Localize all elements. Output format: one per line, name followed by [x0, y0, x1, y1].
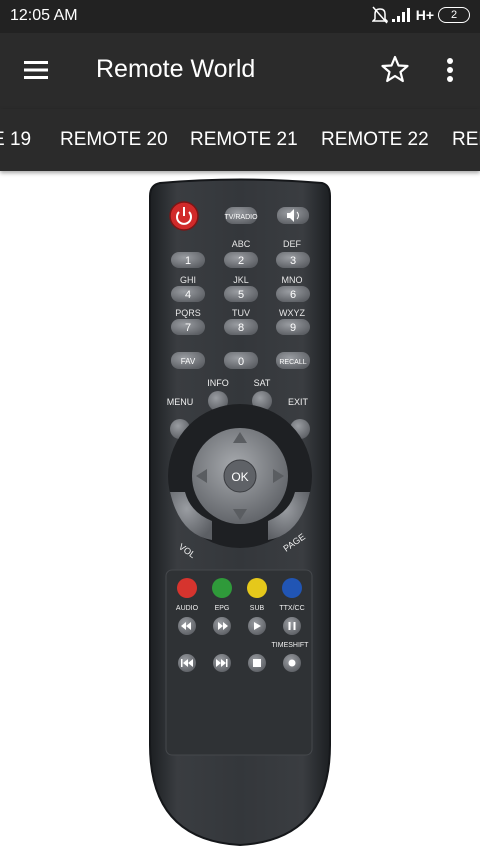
svg-text:9: 9 — [290, 322, 296, 334]
remote-control-image: TV/RADIO ABC DEF GHI JKL MNO PQRS TUV WX… — [149, 178, 331, 847]
tv-radio-label: TV/RADIO — [224, 214, 258, 221]
play-button[interactable] — [248, 617, 266, 635]
tab-remote-20[interactable]: REMOTE 20 — [60, 129, 168, 151]
app-title: Remote World — [96, 55, 256, 83]
yellow-button[interactable] — [247, 578, 267, 598]
tab-remote-22[interactable]: REMOTE 22 — [321, 129, 429, 151]
ttx-label: TTX/CC — [279, 605, 304, 612]
svg-text:0: 0 — [238, 356, 244, 368]
more-options-icon[interactable] — [438, 55, 462, 85]
remote-tabs: E 19 REMOTE 20 REMOTE 21 REMOTE 22 REM — [0, 109, 480, 171]
key-label-tuv: TUV — [232, 308, 250, 318]
audio-label: AUDIO — [176, 605, 199, 612]
green-button[interactable] — [212, 578, 232, 598]
tv-radio-button[interactable]: TV/RADIO — [224, 207, 258, 224]
network-type: H+ — [415, 7, 434, 23]
info-label: INFO — [207, 378, 229, 388]
svg-text:OK: OK — [231, 470, 248, 484]
mute-bell-icon — [371, 6, 388, 24]
app-bar: Remote World — [0, 33, 480, 109]
rewind-button[interactable] — [178, 617, 196, 635]
previous-button[interactable] — [178, 654, 196, 672]
key-label-wxyz: WXYZ — [279, 308, 306, 318]
record-button[interactable] — [283, 654, 301, 672]
stop-button[interactable] — [248, 654, 266, 672]
fav-button[interactable]: FAV — [171, 352, 205, 369]
status-bar: 12:05 AM H+ 2 — [0, 0, 480, 33]
exit-label: EXIT — [288, 397, 309, 407]
svg-text:4: 4 — [185, 289, 191, 301]
key-4[interactable]: 4 — [171, 286, 205, 302]
key-label-jkl: JKL — [233, 275, 249, 285]
blue-button[interactable] — [282, 578, 302, 598]
svg-text:8: 8 — [238, 322, 244, 334]
next-button[interactable] — [213, 654, 231, 672]
svg-text:5: 5 — [238, 289, 244, 301]
key-label-mno: MNO — [282, 275, 303, 285]
battery-level: 2 — [450, 9, 458, 21]
menu-icon[interactable] — [22, 57, 50, 83]
tab-remote-19[interactable]: E 19 — [0, 129, 31, 151]
battery-icon: 2 — [438, 7, 470, 23]
timeshift-label: TIMESHIFT — [272, 642, 310, 649]
key-3[interactable]: 3 — [276, 252, 310, 268]
svg-text:6: 6 — [290, 289, 296, 301]
svg-text:7: 7 — [185, 322, 191, 334]
status-icons: H+ 2 — [371, 6, 470, 24]
power-button[interactable] — [169, 201, 199, 231]
tab-remote-23[interactable]: REM — [452, 129, 480, 151]
tab-remote-21[interactable]: REMOTE 21 — [190, 129, 298, 151]
key-label-def: DEF — [283, 239, 302, 249]
key-0[interactable]: 0 — [224, 352, 258, 369]
fast-forward-button[interactable] — [213, 617, 231, 635]
svg-text:2: 2 — [238, 255, 244, 267]
sat-label: SAT — [254, 378, 271, 388]
key-label-ghi: GHI — [180, 275, 196, 285]
key-7[interactable]: 7 — [171, 319, 205, 335]
key-8[interactable]: 8 — [224, 319, 258, 335]
svg-text:FAV: FAV — [181, 357, 196, 366]
key-9[interactable]: 9 — [276, 319, 310, 335]
signal-icon — [391, 8, 410, 22]
key-2[interactable]: 2 — [224, 252, 258, 268]
svg-text:3: 3 — [290, 255, 296, 267]
key-5[interactable]: 5 — [224, 286, 258, 302]
sub-label: SUB — [250, 605, 265, 612]
epg-label: EPG — [215, 605, 230, 612]
key-6[interactable]: 6 — [276, 286, 310, 302]
key-1[interactable]: 1 — [171, 252, 205, 268]
recall-button[interactable]: RECALL — [276, 352, 310, 369]
svg-text:1: 1 — [185, 255, 191, 267]
key-label-pqrs: PQRS — [175, 308, 201, 318]
key-label-abc: ABC — [232, 239, 251, 249]
status-time: 12:05 AM — [10, 7, 78, 24]
pause-button[interactable] — [283, 617, 301, 635]
menu-label: MENU — [167, 397, 194, 407]
svg-text:RECALL: RECALL — [279, 359, 306, 366]
ok-button[interactable]: OK — [223, 459, 257, 493]
red-button[interactable] — [177, 578, 197, 598]
favorite-star-icon[interactable] — [380, 54, 410, 84]
mute-button[interactable] — [277, 207, 309, 224]
